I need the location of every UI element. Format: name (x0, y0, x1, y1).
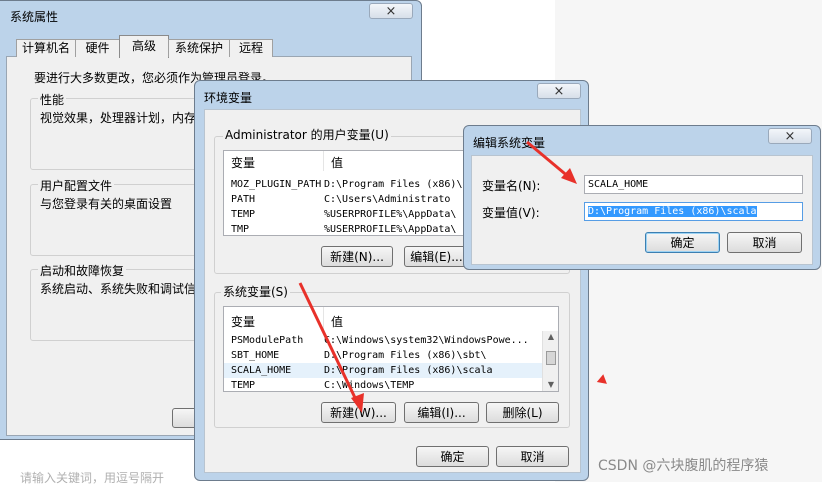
table-row[interactable]: MOZ_PLUGIN_PATH D:\Program Files (x86)\ (224, 177, 466, 192)
variable-name: SBT_HOME (231, 350, 280, 361)
system-rows: PSModulePath C:\Windows\system32\WindowsP… (224, 333, 542, 391)
window-title: 编辑系统变量 (473, 136, 546, 150)
user-edit-button[interactable]: 编辑(E)... (404, 246, 469, 267)
window-title: 系统属性 (10, 10, 59, 24)
window-title: 环境变量 (204, 91, 253, 105)
variable-name: TEMP (231, 209, 256, 220)
user-variables-list[interactable]: 变量 值 MOZ_PLUGIN_PATH D:\Program Files (x8… (223, 150, 467, 236)
table-row[interactable]: SBT_HOME D:\Program Files (x86)\sbt\ (224, 348, 542, 363)
cancel-button[interactable]: 取消 (727, 232, 802, 253)
table-row[interactable]: PATH C:\Users\Administrato (224, 192, 466, 207)
table-row[interactable]: TEMP C:\Windows\TEMP (224, 378, 542, 391)
variable-name-input[interactable]: SCALA_HOME (584, 175, 803, 194)
column-divider (323, 151, 324, 171)
scroll-up-icon[interactable]: ▲ (543, 331, 558, 343)
startup-recovery-text: 系统启动、系统失败和调试信 (40, 282, 195, 296)
tab-remote[interactable]: 远程 (229, 39, 273, 57)
column-header-value[interactable]: 值 (331, 313, 343, 330)
variable-name: TMP (231, 224, 250, 235)
user-new-button[interactable]: 新建(N)... (321, 246, 393, 267)
system-new-button[interactable]: 新建(W)... (321, 402, 396, 423)
variable-value: D:\Program Files (x86)\ (324, 179, 463, 190)
user-profile-label: 用户配置文件 (38, 177, 115, 194)
tab-computer-name[interactable]: 计算机名 (16, 39, 76, 57)
variable-value: C:\Windows\system32\WindowsPowe... (324, 335, 529, 346)
system-delete-button[interactable]: 删除(L) (486, 402, 559, 423)
variable-value-input[interactable]: D:\Program Files (x86)\scala (584, 202, 803, 221)
user-rows: MOZ_PLUGIN_PATH D:\Program Files (x86)\ P… (224, 177, 466, 235)
system-variables-list[interactable]: 变量 值 PSModulePath C:\Windows\system32\Win… (223, 306, 559, 392)
startup-recovery-label: 启动和故障恢复 (38, 262, 127, 279)
ok-button[interactable]: 确定 (645, 232, 720, 253)
search-hint: 请输入关键词，用逗号隔开 (20, 471, 165, 485)
variable-value-label: 变量值(V): (482, 206, 540, 220)
column-divider (323, 307, 324, 331)
tab-hardware[interactable]: 硬件 (75, 39, 120, 57)
scroll-thumb[interactable] (546, 351, 556, 365)
variable-value: %USERPROFILE%\AppData\ (324, 224, 457, 235)
table-row[interactable]: PSModulePath C:\Windows\system32\WindowsP… (224, 333, 542, 348)
cancel-button[interactable]: 取消 (496, 446, 569, 467)
vertical-scrollbar[interactable]: ▲ ▼ (542, 331, 558, 391)
performance-label: 性能 (38, 91, 67, 108)
variable-value: C:\Users\Administrato (324, 194, 451, 205)
scroll-down-icon[interactable]: ▼ (543, 379, 558, 391)
variable-value: C:\Windows\TEMP (324, 380, 415, 391)
ok-button[interactable]: 确定 (416, 446, 489, 467)
variable-name: SCALA_HOME (231, 365, 292, 376)
variable-name-value: SCALA_HOME (588, 179, 649, 190)
variable-value: D:\Program Files (x86)\scala (324, 365, 493, 376)
close-button[interactable]: × (369, 3, 413, 19)
variable-value: D:\Program Files (x86)\sbt\ (324, 350, 487, 361)
tab-system-protection[interactable]: 系统保护 (168, 39, 230, 57)
column-header-value[interactable]: 值 (331, 154, 343, 171)
variable-name-label: 变量名(N): (482, 179, 541, 193)
system-edit-button[interactable]: 编辑(I)... (404, 402, 479, 423)
performance-text: 视觉效果，处理器计划，内存 (40, 111, 195, 125)
system-variables-label: 系统变量(S) (221, 283, 290, 300)
variable-value-selected-text: D:\Program Files (x86)\scala (588, 206, 757, 217)
watermark: CSDN @六块腹肌的程序猿 (598, 458, 769, 474)
table-row[interactable]: TEMP %USERPROFILE%\AppData\ (224, 207, 466, 222)
variable-name: MOZ_PLUGIN_PATH (231, 179, 322, 190)
variable-name: TEMP (231, 380, 256, 391)
close-button[interactable]: × (537, 83, 581, 99)
table-row-selected[interactable]: SCALA_HOME D:\Program Files (x86)\scala (224, 363, 542, 378)
variable-name: PSModulePath (231, 335, 304, 346)
close-button[interactable]: × (768, 128, 812, 144)
edit-system-variable-dialog: 编辑系统变量 × 变量名(N): SCALA_HOME 变量值(V): D:\P… (463, 125, 821, 270)
column-header-variable[interactable]: 变量 (231, 313, 255, 330)
variable-name: PATH (231, 194, 256, 205)
user-variables-label: Administrator 的用户变量(U) (223, 126, 391, 143)
table-row[interactable]: TMP %USERPROFILE%\AppData\ (224, 222, 466, 235)
variable-value: %USERPROFILE%\AppData\ (324, 209, 457, 220)
tab-advanced[interactable]: 高级 (119, 35, 169, 58)
user-profile-text: 与您登录有关的桌面设置 (40, 197, 173, 211)
column-header-variable[interactable]: 变量 (231, 154, 255, 171)
